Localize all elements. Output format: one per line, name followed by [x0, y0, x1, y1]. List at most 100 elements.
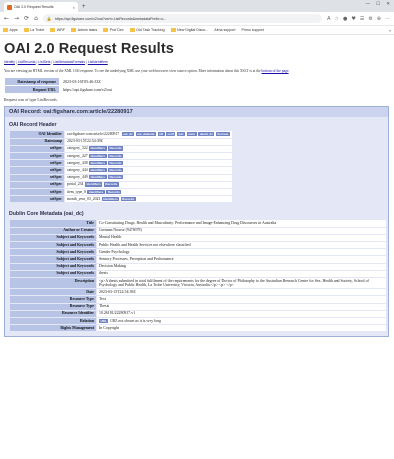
table-row: OAI Identifier oai:figshare.com:article/… — [10, 131, 232, 138]
records-tag[interactable]: Records — [106, 189, 122, 194]
read-aloud-icon[interactable]: A — [327, 16, 330, 22]
format-tag[interactable]: oai_dc — [121, 131, 135, 137]
records-tag[interactable]: Records — [120, 196, 136, 201]
url-tag[interactable]: URL — [99, 318, 109, 323]
dc-label: Relation — [10, 318, 96, 325]
record-title: OAI Record: oai:figshare.com:article/222… — [5, 107, 388, 118]
table-row: Datestamp 2023-03-15T22:54:39Z — [10, 138, 232, 145]
bookmark-link[interactable]: Old Task Tracking — [129, 28, 165, 32]
format-tag[interactable]: qdc — [176, 131, 186, 137]
table-row: setSpec month_year_03_2023 Identifiers Reco… — [10, 196, 232, 203]
setspec-value: category_444 Identifiers Records — [65, 167, 232, 174]
dc-value: Decision Making — [97, 263, 386, 270]
identifiers-tag[interactable]: Identifiers — [84, 182, 103, 187]
table-row: Date 2023-03-15T22:54:39Z — [10, 289, 386, 296]
tab-close-icon[interactable]: × — [73, 5, 75, 10]
datestamp-label: Datestamp of response — [5, 78, 59, 86]
bookmark-folder[interactable]: La Trobe — [23, 28, 44, 32]
format-tag[interactable]: uketd_dc — [198, 131, 215, 137]
setspec-label: setSpec — [10, 160, 64, 167]
format-tag[interactable]: mets — [186, 131, 197, 137]
dublin-core-heading: Dublin Core Metadata (oai_dc) — [9, 211, 84, 218]
setspec-value: portal_234 Identifiers Records — [65, 181, 232, 189]
setspec-label: setSpec — [10, 196, 64, 203]
back-icon[interactable]: ← — [4, 14, 9, 24]
close-window-icon[interactable]: ✕ — [386, 1, 390, 7]
bookmarks-overflow-icon[interactable]: » — [389, 28, 391, 33]
identifiers-tag[interactable]: Identifiers — [101, 196, 120, 201]
identifiers-tag[interactable]: Identifiers — [89, 146, 107, 151]
bookmark-link[interactable]: New Digital Disco... — [170, 28, 208, 32]
bookmark-link[interactable]: Primo support — [241, 28, 263, 32]
collections-icon[interactable]: ⊕ — [377, 16, 381, 22]
records-tag[interactable]: Records — [103, 182, 119, 187]
browser-tab[interactable]: OAI 2.0 Request Results × — [4, 2, 78, 12]
records-tag[interactable]: Records — [108, 175, 124, 180]
identifiers-tag[interactable]: Identifiers — [87, 189, 105, 194]
bookmark-folder[interactable]: Admin tasks — [71, 28, 97, 32]
format-tag[interactable]: cerif — [166, 131, 176, 137]
maximize-icon[interactable]: ☐ — [376, 1, 380, 7]
setspec-value: category_438 Identifiers Records — [65, 160, 232, 167]
dc-label: Author or Creator — [10, 227, 96, 234]
link-listrecords[interactable]: ListRecords — [18, 60, 36, 64]
address-bar[interactable]: 🔒 https://api.figshare.com/v2/oai?verb=L… — [42, 14, 323, 23]
page-title: OAI 2.0 Request Results — [4, 41, 174, 57]
format-tag[interactable]: rdf — [157, 131, 165, 137]
records-tag[interactable]: Records — [108, 160, 124, 165]
toolbar-icons: A ☆ ● ♥ ☰ ⚙ ⊕ ⋯ — [327, 16, 390, 22]
format-tag[interactable]: formats — [215, 131, 230, 137]
folder-icon — [170, 28, 176, 32]
tab-bar: OAI 2.0 Request Results × + — ☐ ✕ — [0, 0, 394, 12]
folder-icon — [50, 28, 56, 32]
setspec-label: setSpec — [10, 167, 64, 174]
home-icon[interactable]: ⌂ — [34, 14, 38, 24]
link-listsets[interactable]: ListSets — [38, 60, 50, 64]
request-type: Request was of type ListRecords. — [4, 97, 58, 103]
page-content: OAI 2.0 Request Results Identify | ListR… — [2, 35, 392, 459]
format-tag[interactable]: oai_datacite — [135, 131, 157, 137]
identifiers-tag[interactable]: Identifiers — [89, 167, 107, 173]
setspec-label: setSpec — [10, 181, 64, 189]
link-listidentifiers[interactable]: ListIdentifiers — [88, 60, 108, 64]
identifiers-tag[interactable]: Identifiers — [89, 160, 107, 165]
records-tag[interactable]: Records — [108, 146, 124, 151]
settings-icon[interactable]: ⚙ — [368, 16, 372, 22]
link-identify[interactable]: Identify — [4, 60, 15, 64]
bookmark-link[interactable]: Alma support — [214, 28, 235, 32]
dc-value: Co-Constituting Drugs, Health and Mascul… — [97, 220, 386, 227]
table-row: Title Co-Constituting Drugs, Health and M… — [10, 220, 386, 227]
bottom-of-page-link[interactable]: bottom of the page — [262, 69, 289, 73]
more-icon[interactable]: ⋯ — [385, 16, 390, 22]
reload-icon[interactable]: ⟳ — [24, 14, 29, 24]
dc-value: Public Health and Health Services not el… — [97, 242, 386, 249]
extension-icon[interactable]: ♥ — [351, 16, 355, 22]
verb-links: Identify | ListRecords | ListSets | List… — [4, 60, 108, 64]
favorite-star-icon[interactable]: ☆ — [334, 16, 338, 22]
oai-record: OAI Record: oai:figshare.com:article/222… — [4, 106, 389, 338]
tab-title: OAI 2.0 Request Results — [14, 5, 54, 9]
bookmark-apps[interactable]: Apps — [3, 28, 18, 32]
identifiers-tag[interactable]: Identifiers — [89, 175, 107, 180]
extension-icon[interactable]: ● — [343, 16, 347, 22]
dc-value: Mental Health — [97, 234, 386, 242]
folder-icon — [103, 28, 109, 32]
table-row: Subject and Keywords Public Health and He… — [10, 242, 386, 249]
reading-list-icon[interactable]: ☰ — [360, 16, 364, 22]
forward-icon[interactable]: → — [14, 14, 19, 24]
link-listmetadataformats[interactable]: ListMetadataFormats — [53, 60, 85, 64]
minimize-icon[interactable]: — — [366, 1, 371, 7]
datestamp-label: Datestamp — [10, 138, 64, 145]
identifiers-tag[interactable]: Identifiers — [89, 153, 107, 158]
bookmark-folder[interactable]: WRF — [50, 28, 65, 32]
table-row: setSpec category_427 Identifiers Records — [10, 153, 232, 160]
new-tab-button[interactable]: + — [82, 2, 86, 12]
dc-label: Subject and Keywords — [10, 249, 96, 256]
table-row: setSpec category_438 Identifiers Records — [10, 160, 232, 167]
dc-label: Description — [10, 278, 96, 289]
records-tag[interactable]: Records — [108, 167, 124, 173]
table-row: Resource Type Thesis — [10, 303, 386, 310]
table-row: Request URL https://api.figshare.com/v2/… — [5, 86, 115, 94]
bookmark-folder[interactable]: Prof Dev — [103, 28, 124, 32]
records-tag[interactable]: Records — [108, 153, 124, 158]
